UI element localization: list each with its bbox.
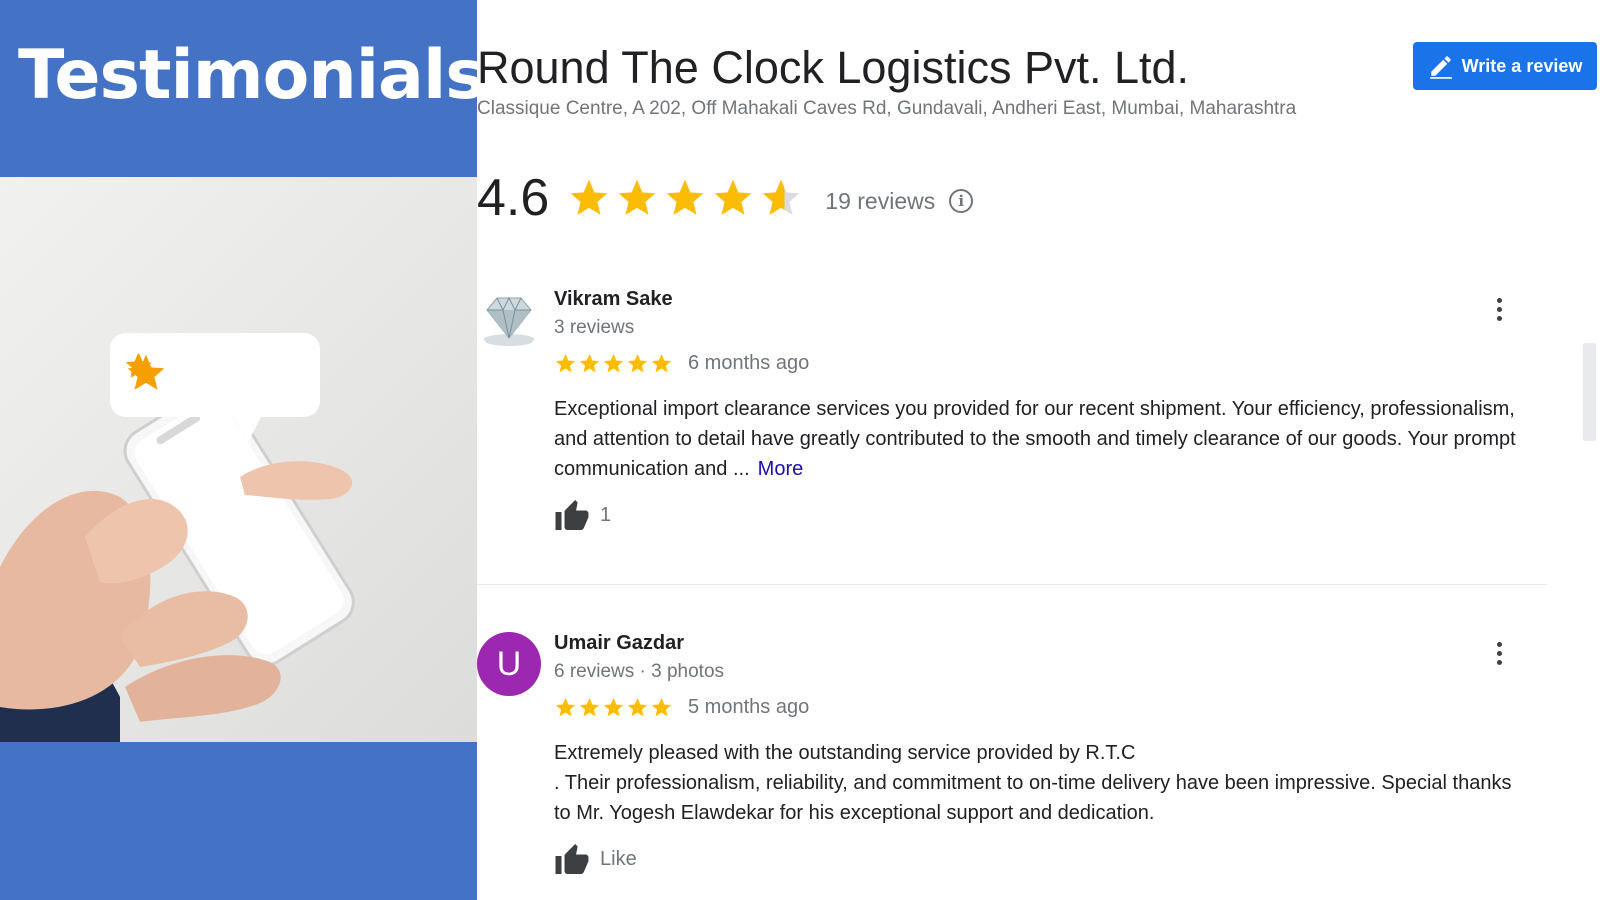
- info-icon[interactable]: i: [949, 189, 974, 213]
- business-name: Round The Clock Logistics Pvt. Ltd.: [477, 42, 1190, 93]
- more-vert-icon[interactable]: [1489, 638, 1509, 668]
- rating-summary: 4.6 19 reviews i: [477, 168, 974, 228]
- review-text: Extremely pleased with the outstanding s…: [554, 742, 1512, 824]
- rating-stars: [567, 176, 803, 220]
- diamond-icon: [477, 288, 541, 352]
- left-panel: Testimonials: [0, 0, 486, 900]
- review-date: 6 months ago: [688, 352, 810, 374]
- star-icon: [603, 353, 624, 373]
- reviewer-meta: 3 reviews: [554, 317, 635, 338]
- reviewer-meta: 6 reviews · 3 photos: [554, 661, 725, 682]
- star-icon: [651, 353, 672, 373]
- review-stars: [554, 696, 673, 719]
- testimonials-title: Testimonials: [18, 36, 486, 115]
- hand-phone-photo: [0, 177, 477, 742]
- star-icon: [127, 354, 165, 390]
- star-icon: [762, 179, 800, 215]
- write-review-label: Write a review: [1461, 55, 1583, 76]
- scrollbar-thumb[interactable]: [1583, 343, 1596, 441]
- star-icon: [555, 697, 576, 717]
- reviewer-name[interactable]: Vikram Sake: [554, 288, 673, 311]
- star-icon: [579, 697, 600, 717]
- pencil-icon: [1429, 56, 1452, 79]
- review-text: Exceptional import clearance services yo…: [554, 394, 1524, 484]
- review-rating: 6 months ago: [554, 352, 809, 375]
- rating-value: 4.6: [477, 169, 550, 227]
- review-date: 5 months ago: [688, 696, 810, 718]
- thumbs-up-icon: [555, 500, 589, 530]
- like-button[interactable]: 1: [554, 498, 611, 532]
- review-body: Exceptional import clearance services yo…: [554, 398, 1516, 480]
- star-icon: [666, 179, 704, 215]
- star-icon: [618, 179, 656, 215]
- more-link[interactable]: More: [758, 458, 804, 480]
- review-divider: [477, 584, 1547, 585]
- star-icon: [627, 353, 648, 373]
- business-address: Classique Centre, A 202, Off Mahakali Ca…: [477, 98, 1297, 119]
- star-icon: [714, 179, 752, 215]
- like-label: Like: [600, 847, 637, 870]
- review-count-link[interactable]: 19 reviews: [825, 188, 935, 215]
- reviewer-name[interactable]: Umair Gazdar: [554, 632, 684, 655]
- star-icon: [651, 697, 672, 717]
- star-icon: [555, 353, 576, 373]
- thumbs-up-icon: [555, 844, 589, 874]
- review-stars: [554, 352, 673, 375]
- avatar[interactable]: U: [477, 632, 541, 696]
- review-rating: 5 months ago: [554, 696, 809, 719]
- like-count: 1: [600, 503, 612, 526]
- star-icon: [570, 179, 608, 215]
- write-review-button[interactable]: Write a review: [1413, 42, 1597, 90]
- like-button[interactable]: Like: [554, 842, 637, 876]
- star-icon: [579, 353, 600, 373]
- more-vert-icon[interactable]: [1489, 294, 1509, 324]
- star-icon: [603, 697, 624, 717]
- avatar[interactable]: [477, 288, 541, 352]
- page: Testimonials Round The Clock Logistics P…: [0, 0, 1600, 900]
- star-icon: [627, 697, 648, 717]
